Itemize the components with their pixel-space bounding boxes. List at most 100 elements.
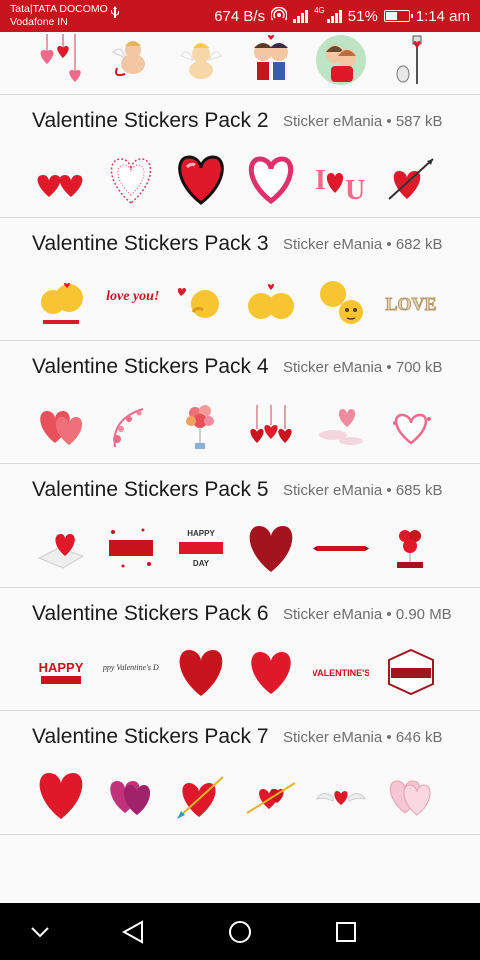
sticker-two-red-hearts xyxy=(26,151,96,207)
pack-meta: Sticker eMania • 587 kB xyxy=(283,113,459,130)
sticker-preview-row xyxy=(26,397,446,453)
sticker-bold-red-heart xyxy=(166,151,236,207)
data-speed: 674 B/s xyxy=(214,7,266,25)
sticker-hanging-red-hearts xyxy=(236,397,306,453)
battery-fill xyxy=(385,12,397,20)
sticker-love-block-letters: LOVE xyxy=(376,274,446,330)
pack-size: 700 kB xyxy=(395,359,443,376)
sticker-i-love-you-text: I love you!! xyxy=(96,274,166,330)
pack-size: 587 kB xyxy=(395,113,443,130)
sticker-preview-row xyxy=(26,32,446,88)
pack-title: Valentine Stickers Pack 6 xyxy=(32,602,269,625)
sticker-heart-swirl xyxy=(96,397,166,453)
sticker-heart-arrow xyxy=(376,151,446,207)
pack-author: Sticker eMania xyxy=(283,236,383,253)
sticker-valentines-caps: VALENTINE'S xyxy=(313,668,369,678)
clock: 1:14 am xyxy=(415,7,470,25)
meta-separator: • xyxy=(386,359,392,376)
sticker-pack-row-partial[interactable] xyxy=(0,32,480,95)
sticker-pack-row[interactable]: Valentine Stickers Pack 7 Sticker eMania… xyxy=(0,711,480,835)
sticker-valentines-day-text: VALENTINE'S xyxy=(306,644,376,700)
sticker-hugging-couple xyxy=(306,32,376,88)
status-bar: Tata|TATA DOCOMO Vodafone IN 674 B/s 4G … xyxy=(0,0,480,32)
sticker-happy-text-2: HAPPY xyxy=(39,660,84,675)
recents-square-icon[interactable] xyxy=(331,917,361,947)
network-4g-label: 4G xyxy=(314,6,325,15)
signal-icon-1 xyxy=(293,9,309,23)
sticker-love-splash xyxy=(96,520,166,576)
hotspot-icon xyxy=(270,6,288,25)
pack-title: Valentine Stickers Pack 4 xyxy=(32,355,269,378)
pack-meta: Sticker eMania • 685 kB xyxy=(283,482,459,499)
status-icons: 674 B/s 4G 51% 1:14 am xyxy=(214,7,470,25)
sticker-happy-text: HAPPY xyxy=(187,529,215,538)
sticker-pack-list[interactable]: Valentine Stickers Pack 2 Sticker eMania… xyxy=(0,32,480,903)
pack-meta: Sticker eMania • 682 kB xyxy=(283,236,459,253)
pack-author: Sticker eMania xyxy=(283,359,383,376)
home-circle-icon[interactable] xyxy=(225,917,255,947)
sticker-pack-row[interactable]: Valentine Stickers Pack 6 Sticker eMania… xyxy=(0,588,480,711)
pack-author: Sticker eMania xyxy=(283,482,383,499)
carrier-info: Tata|TATA DOCOMO Vodafone IN xyxy=(10,3,108,29)
pack-size: 646 kB xyxy=(395,729,443,746)
sticker-lace-heart xyxy=(96,151,166,207)
sticker-cupid xyxy=(96,32,166,88)
sticker-heart-clouds xyxy=(306,397,376,453)
sticker-preview-row: HAPPY DAY xyxy=(26,520,446,576)
sticker-love-word: LOVE xyxy=(385,294,436,314)
sticker-love-text: I love you!! xyxy=(103,289,159,304)
meta-separator: • xyxy=(386,729,392,746)
sticker-pack-row[interactable]: Valentine Stickers Pack 2 Sticker eMania… xyxy=(0,95,480,218)
sticker-hearts-arrow xyxy=(236,767,306,823)
sticker-heart-balloon xyxy=(166,397,236,453)
sticker-preview-row: HAPPY Happy Valentine's Day! VALENTINE'S xyxy=(26,644,446,700)
sticker-pack-row[interactable]: Valentine Stickers Pack 5 Sticker eMania… xyxy=(0,464,480,588)
back-triangle-icon[interactable] xyxy=(118,917,148,947)
sticker-ribbon-banner xyxy=(306,520,376,576)
sticker-emoji-kiss-hearts xyxy=(26,274,96,330)
system-nav-bar xyxy=(0,903,480,960)
pack-size: 685 kB xyxy=(395,482,443,499)
usb-icon xyxy=(110,6,120,23)
sticker-i-heart-u: IU xyxy=(306,151,376,207)
chevron-down-icon[interactable] xyxy=(25,917,55,947)
sticker-heart-card xyxy=(26,520,96,576)
sticker-emoji-blush xyxy=(306,274,376,330)
sticker-pack-row[interactable]: Valentine Stickers Pack 4 Sticker eMania… xyxy=(0,341,480,464)
sticker-happy-valentines-script: Happy Valentine's Day! xyxy=(103,663,159,672)
sticker-lamp-post xyxy=(376,32,446,88)
meta-separator: • xyxy=(386,482,392,499)
pack-meta: Sticker eMania • 700 kB xyxy=(283,359,459,376)
sticker-preview-row: IU xyxy=(26,151,446,207)
sticker-happy-valentines-heart xyxy=(236,520,306,576)
sticker-handwritten-valentines: Happy Valentine's Day! xyxy=(96,644,166,700)
sticker-emoji-couple-kiss xyxy=(236,274,306,330)
sticker-happy-valentines-badge: HAPPY DAY xyxy=(166,520,236,576)
sticker-letter-u: U xyxy=(345,175,365,205)
sticker-pack-row[interactable]: Valentine Stickers Pack 3 Sticker eMania… xyxy=(0,218,480,341)
pack-title: Valentine Stickers Pack 7 xyxy=(32,725,269,748)
pack-meta: Sticker eMania • 646 kB xyxy=(283,729,459,746)
pack-title: Valentine Stickers Pack 5 xyxy=(32,478,269,501)
sticker-red-heart-script xyxy=(166,644,236,700)
meta-separator: • xyxy=(386,236,392,253)
pack-meta: Sticker eMania • 0.90 MB xyxy=(283,606,459,623)
carrier-line-2: Vodafone IN xyxy=(10,16,68,28)
sticker-valentines-hexagon xyxy=(376,644,446,700)
sticker-outline-heart xyxy=(236,151,306,207)
sticker-cupid-angel xyxy=(166,32,236,88)
sticker-heart-valentines-day xyxy=(26,767,96,823)
sticker-heart-arrow-gold xyxy=(166,767,236,823)
meta-separator: • xyxy=(386,113,392,130)
sticker-winged-heart xyxy=(306,767,376,823)
sticker-pink-glass-hearts xyxy=(376,767,446,823)
signal-icon-2 xyxy=(326,9,342,23)
pack-title: Valentine Stickers Pack 3 xyxy=(32,232,269,255)
sticker-hanging-hearts xyxy=(26,32,96,88)
sticker-purple-hearts xyxy=(96,767,166,823)
carrier-line-1: Tata|TATA DOCOMO xyxy=(10,3,108,15)
battery-percent: 51% xyxy=(347,7,378,25)
pack-title: Valentine Stickers Pack 2 xyxy=(32,109,269,132)
sticker-day-text: DAY xyxy=(193,559,210,568)
sticker-overlapping-hearts xyxy=(26,397,96,453)
